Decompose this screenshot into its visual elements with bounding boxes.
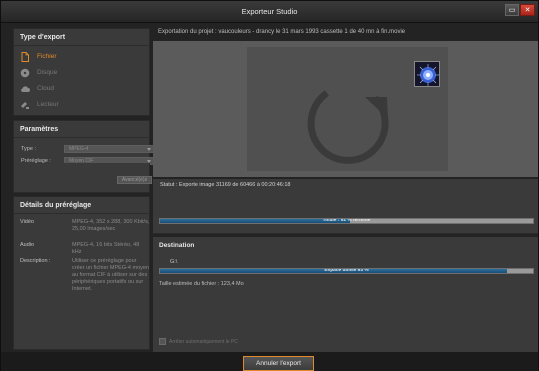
disc-icon xyxy=(20,68,30,78)
divider xyxy=(14,137,149,138)
divider xyxy=(14,213,149,214)
parameters-panel-footer: Avancé(e)s xyxy=(13,163,152,193)
destination-section: Destination G:\ Espace utilisé 93 % Tail… xyxy=(153,237,538,352)
export-option-file[interactable]: Fichier xyxy=(20,51,140,63)
export-option-device[interactable]: Lecteur xyxy=(20,99,140,111)
description-label: Description : xyxy=(20,258,51,264)
status-text: Statut : Exporte image 31169 de 60466 à … xyxy=(160,182,291,188)
parameters-panel: Paramètres Type : MPEG-4 Préréglage : Mo… xyxy=(13,120,154,167)
file-icon xyxy=(21,52,29,62)
export-type-heading: Type d'export xyxy=(20,34,66,41)
export-option-disc[interactable]: Disque xyxy=(20,67,140,79)
preview-area xyxy=(153,41,538,177)
parameters-heading: Paramètres xyxy=(20,126,59,133)
chevron-down-icon xyxy=(147,148,151,151)
type-select[interactable]: MPEG-4 xyxy=(64,145,154,153)
export-type-panel: Type d'export Fichier Disque Cloud Lecte… xyxy=(13,28,150,116)
shutdown-checkbox[interactable] xyxy=(159,338,166,345)
project-thumbnail xyxy=(414,61,440,87)
restore-button[interactable]: ▭ xyxy=(505,4,519,16)
exporter-window: Exporteur Studio ▭ ✕ Type d'export Fichi… xyxy=(0,0,539,371)
destination-drive: G:\ xyxy=(170,259,178,265)
device-icon xyxy=(21,102,29,109)
advanced-button[interactable]: Avancé(e)s xyxy=(117,176,152,184)
audio-value: MPEG-4, 16 bits Stéréo, 48 kHz xyxy=(72,242,140,255)
export-option-label: Disque xyxy=(37,69,58,76)
close-button[interactable]: ✕ xyxy=(520,4,535,16)
export-option-cloud[interactable]: Cloud xyxy=(20,83,140,95)
disk-space-bar: Espace utilisé 93 % xyxy=(159,268,534,274)
footer-bar: Annuler l'export xyxy=(1,352,538,371)
cancel-export-button[interactable]: Annuler l'export xyxy=(243,356,314,371)
shutdown-checkbox-label: Arrêter automatiquement le PC xyxy=(169,339,238,345)
export-option-label: Fichier xyxy=(37,53,57,60)
advanced-button-label: Avancé(e)s xyxy=(121,177,148,183)
export-option-label: Lecteur xyxy=(37,101,59,108)
type-label: Type : xyxy=(21,146,36,152)
total-progress-bar: Totale : 51 % terminé xyxy=(159,218,534,224)
restore-icon: ▭ xyxy=(508,7,516,14)
close-icon: ✕ xyxy=(524,7,531,14)
project-title: Exportation du projet : vaucouleurs - dr… xyxy=(158,29,406,35)
cloud-icon xyxy=(21,86,30,92)
thumbnail-image xyxy=(415,62,439,86)
divider xyxy=(14,45,149,46)
title-bar[interactable]: Exporteur Studio ▭ ✕ xyxy=(1,1,538,23)
disk-space-label: Espace utilisé 93 % xyxy=(324,268,369,273)
description-value: Utiliser ce préréglage pour créer un fic… xyxy=(72,258,150,292)
video-label: Vidéo xyxy=(20,219,34,225)
destination-heading: Destination xyxy=(159,242,195,249)
video-value: MPEG-4, 352 x 288, 300 Kbit/s, 25,00 Ima… xyxy=(72,219,150,232)
export-option-label: Cloud xyxy=(37,85,54,92)
status-section: Statut : Exporte image 31169 de 60466 à … xyxy=(153,179,538,234)
window-title: Exporteur Studio xyxy=(241,7,298,16)
estimated-file-size: Taille estimée du fichier : 123,4 Mo xyxy=(159,281,244,287)
cancel-export-label: Annuler l'export xyxy=(256,360,301,367)
audio-label: Audio xyxy=(20,242,35,248)
preset-details-heading: Détails du préréglage xyxy=(20,202,92,209)
type-select-value: MPEG-4 xyxy=(69,146,89,152)
preset-details-panel: Détails du préréglage Vidéo MPEG-4, 352 … xyxy=(13,196,150,350)
total-progress-label: Totale : 51 % terminé xyxy=(322,218,371,223)
